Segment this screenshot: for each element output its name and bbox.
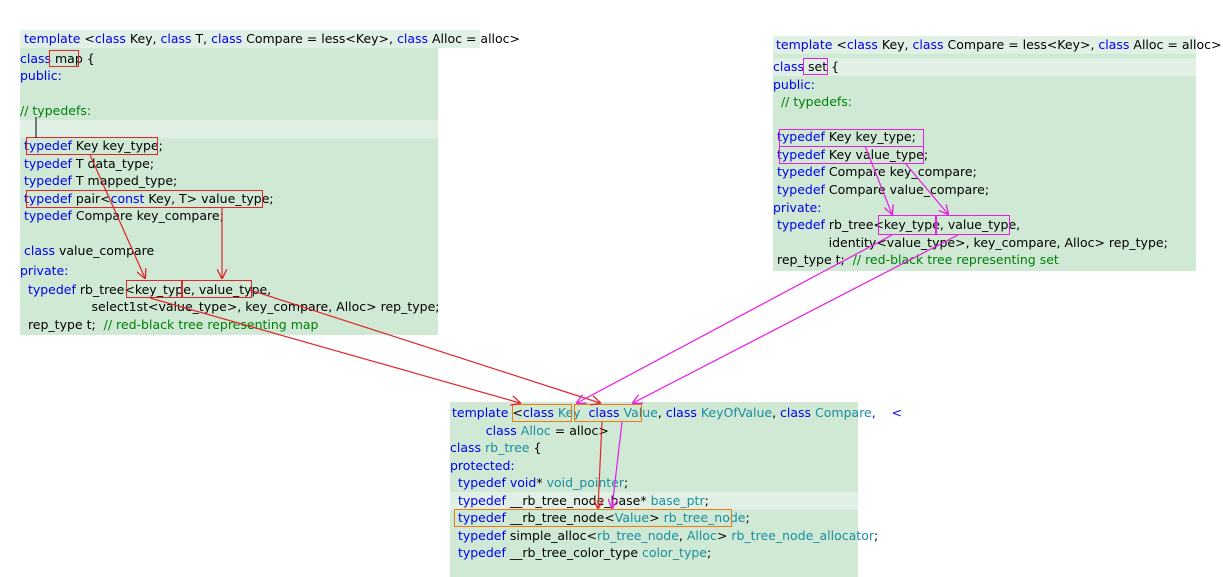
map-to-rbtree-key-arrow xyxy=(149,297,520,403)
set-to-rbtree-value-arrow xyxy=(633,234,959,403)
connector-arrows xyxy=(35,117,959,577)
set-to-rbtree-key-arrow xyxy=(577,234,893,403)
map-to-rbtree-value-arrow xyxy=(249,289,600,403)
set-arrow-value-type xyxy=(904,162,948,214)
map-arrow-key-type xyxy=(89,154,145,278)
set-arrow-key-type xyxy=(864,145,892,214)
rbtree-key-to-node-arrow xyxy=(598,421,602,508)
rbtree-value-to-node-arrow xyxy=(612,421,623,508)
